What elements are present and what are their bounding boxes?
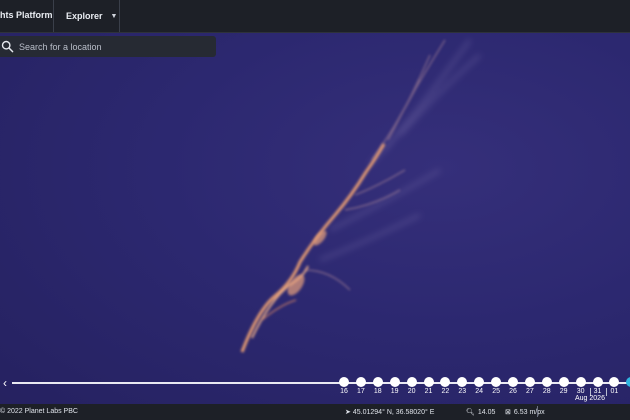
cursor-coordinates: ➤ 45.01294° N, 36.58020° E <box>345 408 434 416</box>
timeline-day-marker[interactable] <box>406 377 417 387</box>
timeline-day-marker[interactable] <box>355 377 366 387</box>
coordinates-text: 45.01294° N, 36.58020° E <box>352 409 435 416</box>
map-resolution: ⊠ 6.53 m/px <box>505 408 545 416</box>
timeline-day-label: 22 <box>441 388 450 395</box>
location-search-box[interactable] <box>0 36 216 57</box>
divider <box>119 0 120 32</box>
chevron-down-icon: ▼ <box>110 12 118 20</box>
timeline-day-marker[interactable] <box>508 377 518 387</box>
timeline-day-label: 16 <box>340 388 348 395</box>
search-icon[interactable] <box>1 40 14 53</box>
timeline-day-label: 29 <box>559 388 568 395</box>
timeline-day-marker[interactable] <box>524 377 535 387</box>
timeline-day-marker[interactable] <box>609 377 620 387</box>
resolution-value: 6.53 m/px <box>513 409 545 416</box>
timeline-day-label: 30 <box>576 388 585 395</box>
location-arrow-icon: ➤ <box>345 409 351 416</box>
copyright-notice: © 2022 Planet Labs PBC <box>0 408 78 415</box>
timeline-day-label: 19 <box>390 388 399 395</box>
timeline-day-marker[interactable] <box>423 377 434 387</box>
timeline-month-divider <box>606 388 608 396</box>
timeline-day-marker[interactable] <box>440 377 451 387</box>
timeline-day-marker[interactable] <box>372 377 383 387</box>
timeline-day-marker[interactable] <box>457 377 468 387</box>
timeline-day-marker[interactable] <box>592 377 603 387</box>
divider <box>537 406 538 417</box>
timeline-day-label: 23 <box>458 388 467 395</box>
timeline-day-label: 27 <box>525 388 534 395</box>
zoom-level: 🔍︎ 14.05 <box>466 408 495 416</box>
oil-slick-imagery <box>240 39 481 353</box>
search-input[interactable] <box>19 39 209 54</box>
timeline-day-marker[interactable] <box>541 377 552 387</box>
copyright-text: 2022 Planet Labs PBC <box>7 408 78 415</box>
timeline-day-label: 21 <box>424 388 433 395</box>
timeline-day-marker[interactable] <box>558 377 569 387</box>
timeline-day-marker[interactable] <box>474 377 485 387</box>
timeline-day-marker[interactable] <box>491 377 502 387</box>
timeline-day-marker[interactable] <box>339 377 349 387</box>
timeline-day-label: 17 <box>356 388 365 395</box>
timeline-selected-marker[interactable] <box>626 377 630 387</box>
timeline-day-label: 28 <box>542 388 551 395</box>
explorer-menu-label: Explorer <box>66 11 103 21</box>
timeline-day-label: 18 <box>373 388 382 395</box>
top-navigation-bar: hts Platform Explorer ▼ <box>0 0 630 33</box>
divider <box>53 0 54 32</box>
status-bar: © 2022 Planet Labs PBC ➤ 45.01294° N, 36.… <box>0 404 630 420</box>
date-timeline[interactable]: ‹ 16 17 18 19 20 21 22 23 24 25 26 27 28 29 30 31 01 <box>0 372 630 396</box>
explorer-menu-button[interactable]: Explorer ▼ <box>60 4 123 28</box>
timeline-day-label: 25 <box>492 388 500 395</box>
chevron-left-icon[interactable]: ‹ <box>0 375 10 391</box>
resolution-icon: ⊠ <box>505 409 511 416</box>
timeline-day-label: 20 <box>407 388 416 395</box>
satellite-map-view[interactable] <box>0 0 630 420</box>
platform-brand[interactable]: hts Platform <box>0 10 53 20</box>
timeline-day-label: 24 <box>475 388 484 395</box>
timeline-track[interactable] <box>12 382 630 384</box>
timeline-day-label: 01 <box>610 388 619 395</box>
zoom-value: 14.05 <box>477 409 496 416</box>
timeline-day-marker[interactable] <box>575 377 586 387</box>
timeline-month-label: Aug 2026 <box>575 395 605 402</box>
timeline-day-marker[interactable] <box>389 377 400 387</box>
timeline-day-label: 26 <box>509 388 517 395</box>
zoom-icon: 🔍︎ <box>466 409 475 416</box>
timeline-day-label: 31 <box>593 388 602 395</box>
